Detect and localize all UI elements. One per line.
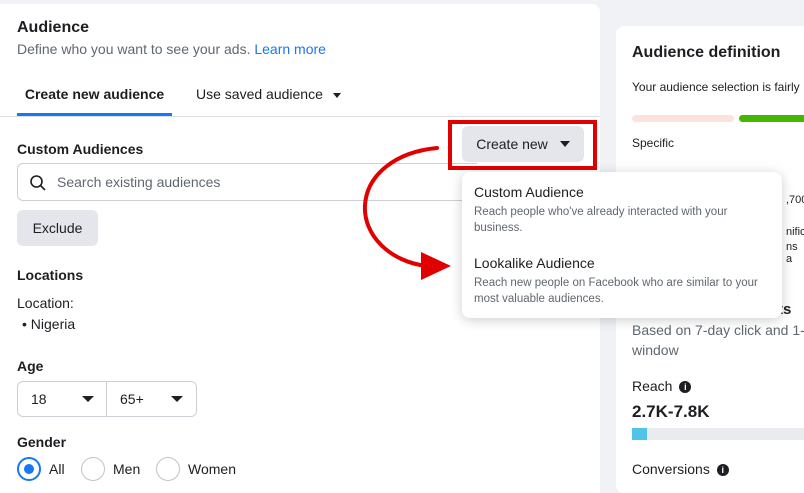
gender-radio-all[interactable] xyxy=(17,457,41,481)
location-name: Nigeria xyxy=(30,316,76,332)
based-on-text: Based on 7-day click and 1-d xyxy=(632,322,804,338)
exclude-button[interactable]: Exclude xyxy=(17,210,98,246)
based-on-text-2: window xyxy=(632,342,679,358)
gender-label: Gender xyxy=(17,434,67,450)
reach-value: 2.7K-7.8K xyxy=(632,402,710,421)
annotation-highlight-box xyxy=(448,120,597,170)
tab-divider xyxy=(0,116,600,117)
location-label: Location: xyxy=(17,295,74,311)
audience-definition-title: Audience definition xyxy=(632,44,781,61)
tab-create-new-audience[interactable]: Create new audience xyxy=(17,86,172,102)
menu-item-lookalike-audience[interactable]: Lookalike Audience Reach new people on F… xyxy=(474,255,774,307)
gender-radio-women[interactable] xyxy=(156,457,180,481)
reach-label-row: Reach i xyxy=(632,378,692,394)
info-icon[interactable]: i xyxy=(679,381,692,394)
tab-use-saved-audience[interactable]: Use saved audience xyxy=(196,86,341,102)
info-icon[interactable]: i xyxy=(716,464,729,477)
partial-text: nific xyxy=(786,226,804,238)
age-max-value: 65+ xyxy=(120,391,144,407)
gender-men-label: Men xyxy=(113,461,141,477)
caret-down-icon xyxy=(332,92,341,98)
partial-text: ns a xyxy=(786,241,798,265)
menu-item-title: Lookalike Audience xyxy=(474,255,595,271)
locations-label: Locations xyxy=(17,267,84,283)
subtitle-text: Define who you want to see your ads. xyxy=(17,41,251,57)
reach-bar-fill xyxy=(632,428,648,440)
caret-down-icon xyxy=(171,396,183,402)
menu-item-description: Reach new people on Facebook who are sim… xyxy=(474,277,758,305)
audience-status-text: Your audience selection is fairly xyxy=(632,80,800,94)
create-new-dropdown-menu: Custom Audience Reach people who've alre… xyxy=(462,172,782,318)
reach-label: Reach xyxy=(632,378,673,394)
gender-all-label: All xyxy=(49,461,65,477)
reach-bar-track xyxy=(632,428,804,440)
learn-more-link[interactable]: Learn more xyxy=(254,41,326,57)
age-min-value: 18 xyxy=(31,391,47,407)
menu-item-description: Reach people who've already interacted w… xyxy=(474,206,728,234)
annotation-arrow xyxy=(362,146,451,280)
specific-label: Specific xyxy=(632,136,675,150)
menu-item-custom-audience[interactable]: Custom Audience Reach people who've alre… xyxy=(474,184,774,236)
conversions-label: Conversions xyxy=(632,461,710,477)
broad-meter-segment xyxy=(739,115,804,122)
search-placeholder: Search existing audiences xyxy=(57,174,221,190)
tab-label: Use saved audience xyxy=(196,86,323,102)
section-subtitle: Define who you want to see your ads. Lea… xyxy=(17,41,326,57)
gender-women-label: Women xyxy=(188,461,236,477)
gender-radio-men[interactable] xyxy=(81,457,105,481)
size-partial-value: ,700 xyxy=(786,194,804,206)
menu-item-title: Custom Audience xyxy=(474,184,584,200)
specific-meter-segment xyxy=(632,115,734,122)
section-title: Audience xyxy=(17,19,90,36)
age-min-select[interactable]: 18 xyxy=(17,381,107,417)
conversions-label-row: Conversions i xyxy=(632,461,729,477)
age-label: Age xyxy=(17,358,44,374)
age-max-select[interactable]: 65+ xyxy=(106,381,197,417)
search-icon xyxy=(30,175,46,191)
location-item: • Nigeria xyxy=(22,316,76,332)
custom-audiences-label: Custom Audiences xyxy=(17,141,144,157)
caret-down-icon xyxy=(82,396,94,402)
